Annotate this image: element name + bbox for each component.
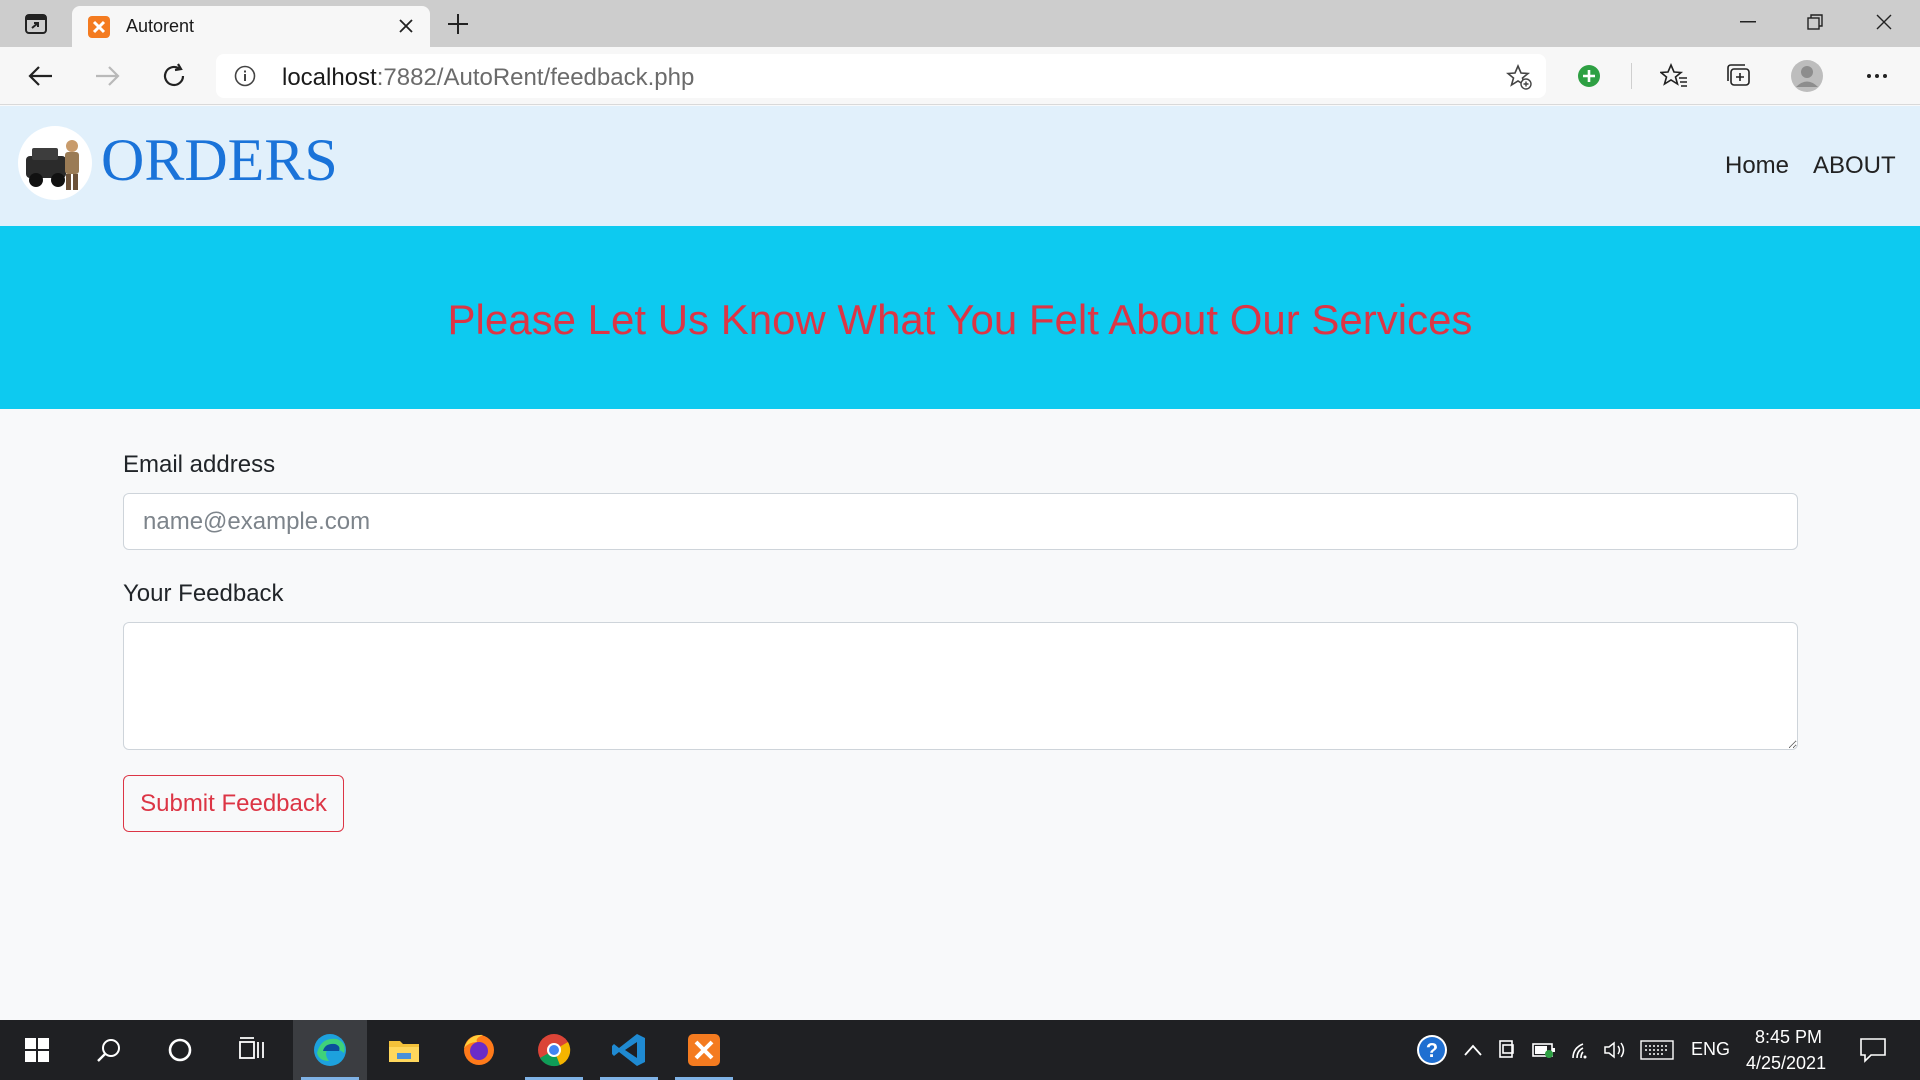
feedback-textarea[interactable]	[123, 622, 1798, 750]
minimize-icon[interactable]	[1715, 0, 1781, 44]
email-field[interactable]	[123, 493, 1798, 550]
forward-arrow-icon[interactable]	[88, 57, 126, 95]
back-arrow-icon[interactable]	[22, 57, 60, 95]
battery-icon[interactable]	[1532, 1038, 1556, 1062]
input-language[interactable]: ENG	[1691, 1039, 1730, 1060]
browser-tab-strip: Autorent	[0, 0, 1920, 47]
help-icon[interactable]: ?	[1416, 1034, 1448, 1066]
hero-banner: Please Let Us Know What You Felt About O…	[0, 226, 1920, 409]
email-label: Email address	[123, 451, 276, 478]
tab-actions-icon[interactable]	[18, 10, 54, 38]
vscode-icon[interactable]	[592, 1020, 666, 1080]
meet-now-icon[interactable]	[1496, 1038, 1520, 1062]
volume-icon[interactable]	[1603, 1038, 1627, 1062]
windows-taskbar: ? ENG 8:45 PM 4/25/2021	[0, 1020, 1920, 1080]
address-url[interactable]: localhost:7882/AutoRent/feedback.php	[282, 64, 694, 92]
favorites-icon[interactable]	[1655, 57, 1693, 95]
site-navbar: ORDERS Home ABOUT	[0, 106, 1920, 226]
brand-title[interactable]: ORDERS	[101, 124, 338, 196]
collections-icon[interactable]	[1720, 57, 1758, 95]
address-bar[interactable]: localhost:7882/AutoRent/feedback.php	[216, 54, 1546, 98]
toolbar-separator	[1631, 63, 1632, 89]
browser-toolbar: localhost:7882/AutoRent/feedback.php	[0, 47, 1920, 105]
submit-feedback-button[interactable]: Submit Feedback	[123, 775, 344, 832]
new-tab-icon[interactable]	[442, 8, 474, 40]
edge-taskbar-icon[interactable]	[293, 1020, 367, 1080]
windows-start-icon[interactable]	[0, 1020, 74, 1080]
extension-icon[interactable]	[1570, 57, 1608, 95]
add-favorite-icon[interactable]	[1505, 63, 1532, 90]
tab-close-icon[interactable]	[394, 14, 418, 38]
close-window-icon[interactable]	[1851, 0, 1917, 44]
refresh-icon[interactable]	[155, 57, 193, 95]
chevron-up-icon[interactable]	[1461, 1038, 1485, 1062]
firefox-icon[interactable]	[442, 1020, 516, 1080]
browser-tab[interactable]: Autorent	[72, 6, 430, 47]
clock-time[interactable]: 8:45 PM	[1755, 1027, 1822, 1048]
chrome-icon[interactable]	[517, 1020, 591, 1080]
feedback-label: Your Feedback	[123, 580, 284, 607]
notifications-icon[interactable]	[1859, 1036, 1887, 1064]
profile-avatar-icon[interactable]	[1788, 57, 1826, 95]
svg-text:?: ?	[1426, 1040, 1438, 1062]
xampp-icon	[88, 16, 110, 38]
nav-home-link[interactable]: Home	[1725, 152, 1789, 180]
clock-date[interactable]: 4/25/2021	[1746, 1053, 1826, 1074]
site-info-icon[interactable]	[234, 65, 256, 87]
more-menu-icon[interactable]	[1858, 57, 1896, 95]
cortana-icon[interactable]	[143, 1020, 217, 1080]
hero-title: Please Let Us Know What You Felt About O…	[447, 296, 1473, 343]
nav-about-link[interactable]: ABOUT	[1813, 152, 1896, 180]
file-explorer-icon[interactable]	[367, 1020, 441, 1080]
wifi-icon[interactable]	[1570, 1038, 1594, 1062]
tab-title: Autorent	[126, 16, 195, 36]
brand-logo[interactable]	[18, 126, 92, 200]
keyboard-icon[interactable]	[1640, 1038, 1674, 1062]
restore-icon[interactable]	[1782, 0, 1848, 44]
search-icon[interactable]	[72, 1020, 146, 1080]
task-view-icon[interactable]	[215, 1020, 289, 1080]
xampp-taskbar-icon[interactable]	[667, 1020, 741, 1080]
